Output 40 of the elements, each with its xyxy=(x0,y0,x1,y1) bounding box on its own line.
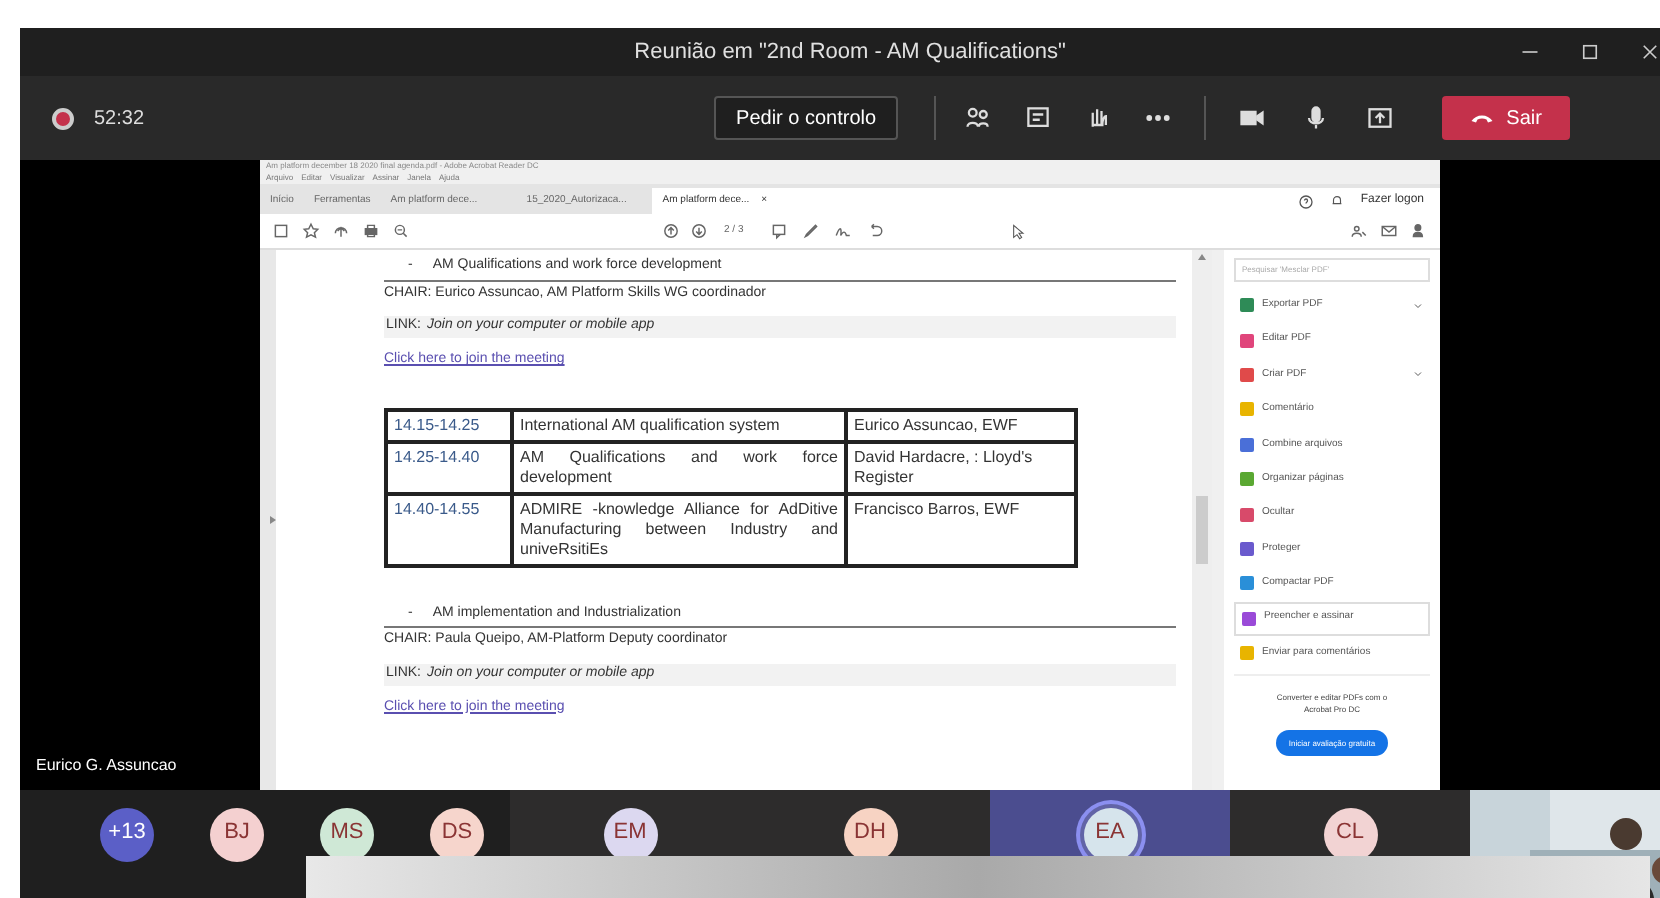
leave-button[interactable]: Sair xyxy=(1442,96,1571,140)
presenter-name: Eurico G. Assuncao xyxy=(36,754,177,778)
scrollbar-thumb[interactable] xyxy=(1196,496,1208,564)
chevron-down-icon xyxy=(1412,299,1424,312)
table-cell: 14.15-14.25 xyxy=(386,409,512,441)
zoom-out-icon xyxy=(392,222,410,240)
save-icon xyxy=(272,222,290,240)
mail-icon xyxy=(1380,222,1398,240)
star-icon xyxy=(302,222,320,240)
user-icon xyxy=(1410,222,1428,240)
maximize-icon[interactable] xyxy=(1580,42,1600,62)
print-icon xyxy=(362,222,380,240)
hang-up-icon xyxy=(1470,112,1495,124)
next-page-icon xyxy=(690,222,708,240)
table-cell: International AM qualification system xyxy=(512,409,846,441)
comment-icon xyxy=(769,222,788,240)
table-cell: 14.25-14.40 xyxy=(386,441,512,493)
share-icon xyxy=(1350,222,1368,240)
table-cell: Francisco Barros, EWF xyxy=(846,493,1076,565)
signature-icon xyxy=(833,222,852,240)
mouse-cursor-icon xyxy=(1011,223,1026,239)
table-cell: Eurico Assuncao, EWF xyxy=(846,409,1076,441)
previous-page-icon xyxy=(662,222,680,240)
participant-avatar[interactable]: +13 xyxy=(100,808,154,862)
chat-icon[interactable] xyxy=(1024,104,1053,132)
share-screen-icon[interactable] xyxy=(1366,104,1395,132)
table-cell: AM Qualifications and work force development xyxy=(512,441,846,493)
participants-icon[interactable] xyxy=(964,104,993,132)
meeting-timer: 52:32 xyxy=(94,105,145,133)
help-icon xyxy=(1298,193,1315,209)
pen-icon xyxy=(801,222,820,240)
table-cell: David Hardacre, : Lloyd's Register xyxy=(846,441,1076,493)
window-title: Reunião em "2nd Room - AM Qualifications" xyxy=(634,37,1066,68)
close-icon[interactable] xyxy=(1640,42,1660,62)
scroll-up-icon[interactable] xyxy=(1198,254,1206,260)
request-control-button[interactable]: Pedir o controlo xyxy=(714,96,899,140)
table-cell: 14.40-14.55 xyxy=(386,493,512,565)
participant-avatar[interactable]: BJ xyxy=(210,808,264,862)
chevron-down-icon xyxy=(1412,368,1424,381)
table-cell: ADMIRE -knowledge Alliance for AdDitive Manufacturing between Industry and univeRsitiEs xyxy=(512,493,846,565)
